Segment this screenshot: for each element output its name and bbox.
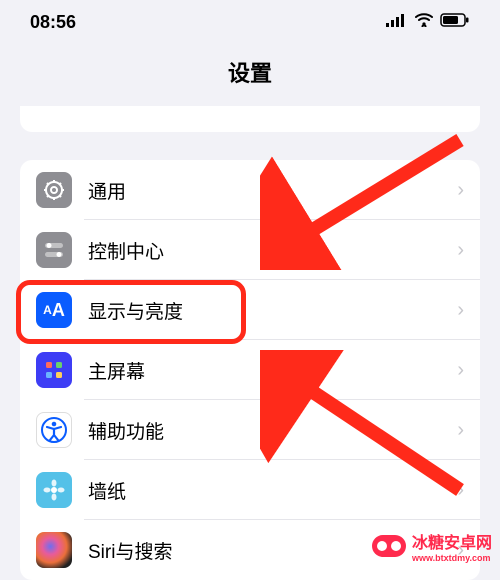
status-bar: 08:56 bbox=[0, 0, 500, 44]
chevron-right-icon: › bbox=[457, 359, 464, 382]
item-label: 显示与亮度 bbox=[88, 297, 457, 324]
item-label: 墙纸 bbox=[88, 477, 457, 504]
item-label: 通用 bbox=[88, 177, 457, 204]
settings-item-general[interactable]: 通用 › bbox=[20, 160, 480, 220]
switches-icon bbox=[36, 232, 72, 268]
cellular-icon bbox=[386, 13, 408, 32]
chevron-right-icon: › bbox=[457, 179, 464, 202]
item-label: 辅助功能 bbox=[88, 417, 457, 444]
wifi-icon bbox=[414, 13, 434, 32]
gear-icon bbox=[36, 172, 72, 208]
siri-icon bbox=[36, 532, 72, 568]
settings-item-home-screen[interactable]: 主屏幕 › bbox=[20, 340, 480, 400]
watermark-text: 冰糖安卓网 bbox=[412, 529, 492, 553]
settings-item-display-brightness[interactable]: AA 显示与亮度 › bbox=[20, 280, 480, 340]
settings-item-wallpaper[interactable]: 墙纸 › bbox=[20, 460, 480, 520]
item-label: 主屏幕 bbox=[88, 357, 457, 384]
chevron-right-icon: › bbox=[457, 239, 464, 262]
settings-item-accessibility[interactable]: 辅助功能 › bbox=[20, 400, 480, 460]
page-title: 设置 bbox=[0, 44, 500, 106]
accessibility-icon bbox=[36, 412, 72, 448]
battery-icon bbox=[440, 13, 470, 32]
item-label: 控制中心 bbox=[88, 237, 457, 264]
wallpaper-icon bbox=[36, 472, 72, 508]
text-size-icon: AA bbox=[36, 292, 72, 328]
watermark-logo-icon bbox=[372, 535, 406, 557]
watermark-url: www.btxtdmy.com bbox=[412, 553, 492, 563]
app-grid-icon bbox=[36, 352, 72, 388]
status-indicators bbox=[386, 13, 470, 32]
watermark: 冰糖安卓网 www.btxtdmy.com bbox=[372, 529, 492, 563]
previous-group-tail bbox=[20, 106, 480, 132]
settings-item-control-center[interactable]: 控制中心 › bbox=[20, 220, 480, 280]
chevron-right-icon: › bbox=[457, 419, 464, 442]
settings-list: 通用 › 控制中心 › AA 显示与亮度 › 主屏幕 › 辅助功能 › 墙纸 › bbox=[20, 160, 480, 580]
chevron-right-icon: › bbox=[457, 479, 464, 502]
chevron-right-icon: › bbox=[457, 299, 464, 322]
status-time: 08:56 bbox=[30, 12, 76, 33]
